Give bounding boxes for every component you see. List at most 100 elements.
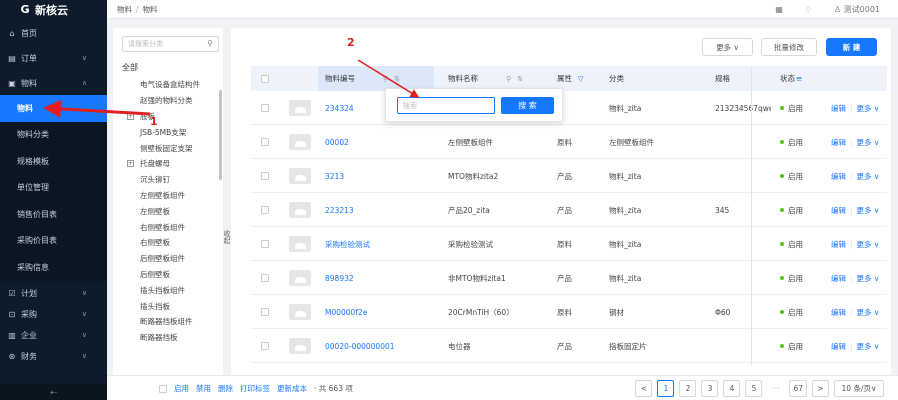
table-row[interactable]: 223213 产品20_zita 产品 物料_zita 345 启用 编辑 | 更多 ∨: [251, 193, 887, 227]
edit-link[interactable]: 编辑: [831, 273, 846, 284]
nav-enterprise[interactable]: ▥ 企业 ∨: [0, 325, 107, 346]
edit-link[interactable]: 编辑: [831, 171, 846, 182]
tree-node[interactable]: 后侧壁板组件: [127, 251, 217, 267]
edit-link[interactable]: 编辑: [831, 137, 846, 148]
sidebar-item-purchase-info[interactable]: 采购信息: [0, 254, 107, 281]
expand-plus-icon[interactable]: +: [127, 160, 134, 168]
select-all-checkbox[interactable]: [251, 66, 279, 91]
footer-select-all-checkbox[interactable]: [159, 384, 167, 393]
table-row[interactable]: M00000f2e 20CrMnTiH（60） 原料 钢材 Φ60 启用 编辑 | 更多 ∨: [251, 295, 887, 329]
nav-purchase[interactable]: ⊡ 采购 ∨: [0, 304, 107, 325]
bell-icon[interactable]: ♢: [805, 5, 812, 14]
edit-link[interactable]: 编辑: [831, 307, 846, 318]
page-ellipsis[interactable]: ···: [767, 380, 785, 397]
page-5[interactable]: 5: [745, 380, 763, 397]
th-status[interactable]: 状态 ≡: [780, 66, 825, 91]
material-code-link[interactable]: 223213: [325, 193, 440, 227]
row-more-dropdown[interactable]: 更多 ∨: [857, 341, 880, 352]
nav-home[interactable]: ⌂ 首页: [0, 21, 107, 45]
tree-node[interactable]: + 底板: [127, 109, 217, 125]
sidebar-item-material[interactable]: 物料: [0, 95, 107, 122]
breadcrumb-parent[interactable]: 物料: [117, 4, 132, 15]
table-row[interactable]: 3213 MTO物料zita2 产品 物料_zita 启用 编辑 | 更多 ∨: [251, 159, 887, 193]
tree-scrollbar[interactable]: [219, 90, 222, 180]
column-setting-icon[interactable]: ≡: [796, 74, 802, 83]
more-dropdown-button[interactable]: 更多 ∨: [702, 38, 753, 56]
sort-icon[interactable]: ⇅: [517, 75, 523, 83]
nav-order[interactable]: ▤ 订单 ∨: [0, 45, 107, 71]
code-search-input[interactable]: 搜索: [397, 97, 495, 114]
page-1[interactable]: 1: [657, 380, 675, 397]
grid-icon[interactable]: ▦: [775, 5, 783, 14]
edit-link[interactable]: 编辑: [831, 103, 846, 114]
update-cost-button[interactable]: 更新成本: [277, 383, 307, 394]
filter-icon[interactable]: ▽: [578, 75, 583, 83]
row-more-dropdown[interactable]: 更多 ∨: [857, 103, 880, 114]
category-search-input[interactable]: 请搜索分类 ⚲: [122, 36, 219, 52]
sidebar-item-material-category[interactable]: 物料分类: [0, 121, 107, 148]
th-attr[interactable]: 属性 ▽: [557, 66, 605, 91]
row-checkbox[interactable]: [261, 274, 269, 282]
tree-node[interactable]: 后侧壁板: [127, 267, 217, 283]
tree-node[interactable]: 侧壁板固定支架: [127, 140, 217, 156]
row-more-dropdown[interactable]: 更多 ∨: [857, 307, 880, 318]
tree-node[interactable]: 赵强的物料分类: [127, 93, 217, 109]
tree-node[interactable]: 左侧壁板组件: [127, 188, 217, 204]
expand-plus-icon[interactable]: +: [127, 112, 134, 120]
code-search-button[interactable]: 搜 索: [501, 97, 554, 114]
sidebar-collapse-button[interactable]: ⇠: [0, 384, 107, 400]
tree-node[interactable]: 左侧壁板: [127, 203, 217, 219]
material-code-link[interactable]: M00000f2e: [325, 295, 440, 329]
tree-node[interactable]: + 托盘螺母: [127, 156, 217, 172]
page-3[interactable]: 3: [701, 380, 719, 397]
table-row[interactable]: 00020-000000001 电位器 产品 指板固定片 启用 编辑 | 更多 ∨: [251, 329, 887, 363]
material-code-link[interactable]: 00020-000000001: [325, 329, 440, 363]
search-icon[interactable]: ⚲: [383, 75, 388, 83]
material-code-link[interactable]: 3213: [325, 159, 440, 193]
row-checkbox[interactable]: [261, 138, 269, 146]
tree-node[interactable]: 断路器挡板: [127, 330, 217, 346]
row-more-dropdown[interactable]: 更多 ∨: [857, 137, 880, 148]
row-checkbox[interactable]: [261, 308, 269, 316]
tree-node[interactable]: 右侧壁板: [127, 235, 217, 251]
checkbox[interactable]: [261, 74, 269, 83]
print-label-button[interactable]: 打印标签: [240, 383, 270, 394]
batch-edit-button[interactable]: 批量修改: [761, 38, 817, 56]
enable-button[interactable]: 启用: [174, 383, 189, 394]
sidebar-item-unit-management[interactable]: 单位管理: [0, 174, 107, 201]
tree-node[interactable]: 右侧壁板组件: [127, 219, 217, 235]
page-last[interactable]: 67: [789, 380, 807, 397]
edit-link[interactable]: 编辑: [831, 205, 846, 216]
row-checkbox[interactable]: [261, 104, 269, 112]
material-code-link[interactable]: 采购检验测试: [325, 227, 440, 261]
row-checkbox[interactable]: [261, 342, 269, 350]
table-row[interactable]: 234324 物料_zita 213234567qwe 启用 编辑 | 更多 ∨: [251, 91, 887, 125]
nav-finance[interactable]: ⊛ 财务 ∨: [0, 346, 107, 367]
row-more-dropdown[interactable]: 更多 ∨: [857, 273, 880, 284]
tree-root[interactable]: 全部: [122, 62, 138, 73]
page-2[interactable]: 2: [679, 380, 697, 397]
sidebar-item-sales-price-list[interactable]: 销售价目表: [0, 201, 107, 228]
next-page-button[interactable]: >: [812, 380, 829, 397]
new-button[interactable]: 新 建: [826, 38, 877, 56]
nav-material[interactable]: ▣ 物料 ∧: [0, 71, 107, 95]
disable-button[interactable]: 禁用: [196, 383, 211, 394]
tree-collapse-toggle[interactable]: 收起: [223, 230, 231, 244]
page-size-select[interactable]: 10 条/页∨: [834, 380, 884, 397]
nav-plan[interactable]: ☑ 计划 ∨: [0, 283, 107, 304]
material-code-link[interactable]: 00002: [325, 125, 440, 159]
table-row[interactable]: 采购检验测试 采购检验测试 原料 物料_zita 启用 编辑 | 更多 ∨: [251, 227, 887, 261]
delete-button[interactable]: 删除: [218, 383, 233, 394]
sidebar-item-purchase-price-list[interactable]: 采购价目表: [0, 227, 107, 254]
edit-link[interactable]: 编辑: [831, 341, 846, 352]
row-checkbox[interactable]: [261, 240, 269, 248]
search-icon[interactable]: ⚲: [207, 39, 213, 48]
material-code-link[interactable]: 898932: [325, 261, 440, 295]
row-checkbox[interactable]: [261, 206, 269, 214]
tree-node[interactable]: JSB-5MB支架: [127, 124, 217, 140]
tree-node[interactable]: 沉头铆钉: [127, 172, 217, 188]
row-more-dropdown[interactable]: 更多 ∨: [857, 205, 880, 216]
search-icon[interactable]: ⚲: [506, 75, 511, 83]
tree-node[interactable]: 插头挡板: [127, 298, 217, 314]
prev-page-button[interactable]: <: [635, 380, 653, 397]
